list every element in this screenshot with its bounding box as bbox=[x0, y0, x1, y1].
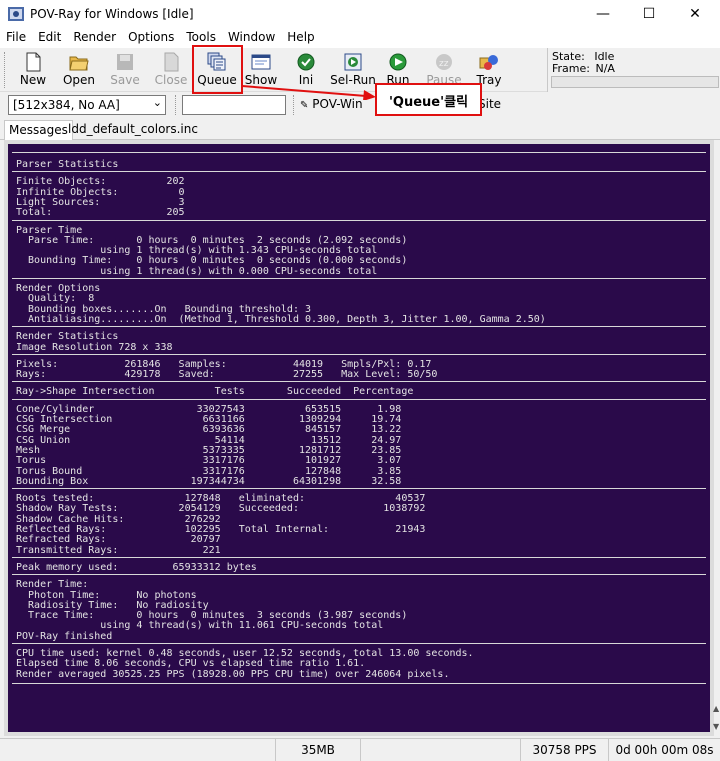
render-progress-bar bbox=[551, 76, 719, 88]
svg-text:zz: zz bbox=[439, 59, 449, 69]
console-line: Antialiasing.........On (Method 1, Thres… bbox=[16, 313, 546, 325]
pixels-per-second: 30758 PPS bbox=[520, 739, 608, 761]
memory-usage: 35MB bbox=[275, 739, 360, 761]
console-divider bbox=[12, 398, 706, 400]
select-run-icon bbox=[344, 53, 362, 71]
menu-options[interactable]: Options bbox=[122, 28, 180, 48]
close-document-icon bbox=[164, 52, 179, 72]
console-divider bbox=[12, 381, 706, 383]
console-line: Elapsed time 8.06 seconds, CPU vs elapse… bbox=[16, 658, 366, 670]
console-line: Ray->Shape Intersection Tests Succeeded … bbox=[16, 386, 414, 398]
console-line: CSG Merge 6393636 845157 13.22 bbox=[16, 424, 402, 436]
console-line: POV-Ray finished bbox=[16, 630, 113, 642]
frame-label: Frame: bbox=[552, 62, 590, 75]
render-state-panel: State: Idle Frame: N/A bbox=[547, 48, 720, 92]
console-divider bbox=[12, 326, 706, 328]
resolution-select[interactable]: [512x384, No AA] ⌄ bbox=[8, 95, 166, 115]
menu-help[interactable]: Help bbox=[281, 28, 320, 48]
console-line: Shadow Ray Tests: 2054129 Succeeded: 103… bbox=[16, 503, 426, 515]
save-icon bbox=[117, 54, 133, 70]
console-divider bbox=[12, 682, 706, 684]
ini-icon bbox=[297, 53, 315, 71]
console-line: Quality: 8 bbox=[16, 293, 95, 305]
console-line: Render Time: bbox=[16, 579, 89, 591]
annotation-arrow bbox=[241, 85, 376, 100]
annotation-callout: 'Queue'클릭 bbox=[375, 83, 482, 116]
close-icon: ✕ bbox=[689, 6, 701, 22]
chevron-down-icon: ⌄ bbox=[152, 96, 162, 109]
title-bar: POV-Ray for Windows [Idle] — ☐ ✕ bbox=[0, 0, 720, 28]
queue-highlight-box bbox=[192, 45, 243, 94]
tab-messages-label: Messages bbox=[9, 123, 68, 137]
callout-text: 'Queue'클릭 bbox=[388, 95, 469, 110]
console-line: using 4 thread(s) with 11.061 CPU-second… bbox=[16, 620, 384, 632]
console-line: Rays: 429178 Saved: 27255 Max Level: 50/… bbox=[16, 369, 438, 381]
tab-ldd-label: ldd_default_colors.inc bbox=[68, 122, 198, 136]
console-divider bbox=[12, 278, 706, 279]
pps-value: 30758 PPS bbox=[532, 743, 597, 757]
resolution-value: [512x384, No AA] bbox=[13, 98, 120, 112]
memory-value: 35MB bbox=[301, 743, 335, 757]
pause-icon: zz bbox=[436, 54, 452, 70]
menu-file[interactable]: File bbox=[0, 28, 32, 48]
message-console[interactable]: Parser Statistics Finite Objects: 202 Infi… bbox=[8, 144, 710, 732]
console-divider bbox=[12, 219, 706, 221]
console-line: Render averaged 30525.25 PPS (18928.00 P… bbox=[16, 668, 450, 680]
menu-edit[interactable]: Edit bbox=[32, 28, 67, 48]
run-icon bbox=[389, 53, 407, 71]
tray-icon bbox=[479, 55, 498, 70]
window-title: POV-Ray for Windows [Idle] bbox=[30, 7, 194, 21]
messages-pane: Parser Statistics Finite Objects: 202 Infi… bbox=[4, 140, 714, 736]
console-divider bbox=[12, 488, 706, 490]
console-line: Image Resolution 728 x 338 bbox=[16, 341, 173, 353]
console-line: Refracted Rays: 20797 bbox=[16, 534, 221, 546]
elapsed-value: 0d 00h 00m 08s bbox=[615, 743, 714, 757]
console-line: Parser Time bbox=[16, 224, 83, 236]
console-line: Photon Time: No photons bbox=[16, 589, 197, 601]
console-line: Parser Statistics bbox=[16, 159, 119, 170]
console-line: Peak memory used: 65933312 bytes bbox=[16, 561, 257, 573]
status-cell-empty bbox=[360, 739, 520, 761]
console-line: Total: 205 bbox=[16, 207, 185, 219]
open-folder-icon bbox=[69, 56, 89, 71]
menu-bar: File Edit Render Options Tools Window He… bbox=[0, 28, 720, 48]
tab-ldd-default-colors[interactable]: ldd_default_colors.inc bbox=[64, 120, 202, 140]
scroll-up-icon[interactable]: ▲ bbox=[713, 704, 719, 713]
elapsed-time: 0d 00h 00m 08s bbox=[608, 739, 720, 761]
show-window-icon bbox=[251, 54, 271, 70]
tab-messages[interactable]: Messages bbox=[4, 120, 73, 141]
vertical-scrollbar[interactable]: ▲ ▼ bbox=[713, 140, 720, 736]
console-line: Torus Bound 3317176 127848 3.85 bbox=[16, 465, 402, 477]
editor-tabs: Messages ldd_default_colors.inc bbox=[0, 118, 720, 141]
console-divider bbox=[12, 556, 706, 558]
console-line: Render Statistics bbox=[16, 331, 119, 343]
status-bar: 35MB 30758 PPS 0d 00h 00m 08s bbox=[0, 738, 720, 761]
console-divider bbox=[12, 353, 706, 355]
povray-app-icon bbox=[8, 7, 24, 21]
maximize-icon: ☐ bbox=[642, 6, 656, 22]
pov-win-icon: ✎ bbox=[300, 100, 309, 111]
console-divider bbox=[12, 574, 706, 576]
maximize-button[interactable]: ☐ bbox=[626, 0, 672, 28]
frame-value: N/A bbox=[595, 62, 615, 75]
minimize-button[interactable]: — bbox=[580, 0, 626, 28]
console-line: Bounding Box 197344734 64301298 32.58 bbox=[16, 475, 402, 487]
minimize-icon: — bbox=[596, 6, 610, 22]
menu-render[interactable]: Render bbox=[67, 28, 122, 48]
close-window-button[interactable]: ✕ bbox=[672, 0, 718, 28]
console-line: Transmitted Rays: 221 bbox=[16, 544, 221, 556]
console-line: using 1 thread(s) with 0.000 CPU-seconds… bbox=[16, 265, 378, 277]
console-divider bbox=[12, 171, 706, 173]
console-line: Finite Objects: 202 bbox=[16, 176, 185, 188]
scroll-down-icon[interactable]: ▼ bbox=[713, 722, 719, 731]
toolbar-separator bbox=[175, 95, 176, 115]
console-divider bbox=[12, 152, 706, 153]
new-file-icon bbox=[26, 52, 41, 72]
console-line: Bounding Time: 0 hours 0 minutes 0 secon… bbox=[16, 255, 408, 267]
console-divider bbox=[12, 643, 706, 644]
console-line: Torus 3317176 101927 3.07 bbox=[16, 455, 402, 467]
